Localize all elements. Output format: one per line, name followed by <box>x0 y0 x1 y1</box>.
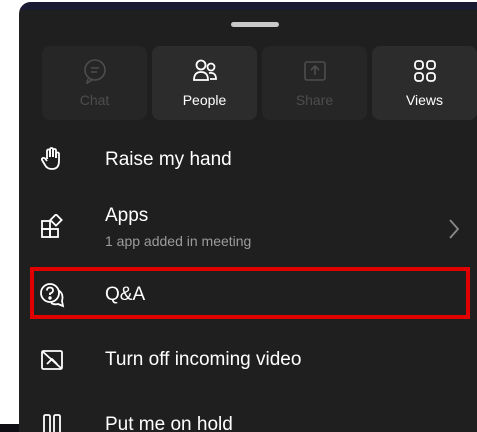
share-tile[interactable]: Share <box>262 46 367 120</box>
people-tile-label: People <box>182 92 227 108</box>
video-off-icon <box>39 347 65 373</box>
apps-label: Apps <box>105 205 149 226</box>
raise-hand-label: Raise my hand <box>105 149 232 170</box>
incoming-video-item[interactable]: Turn off incoming video <box>19 336 477 384</box>
share-icon <box>302 58 328 84</box>
views-icon <box>412 58 438 84</box>
raise-hand-item[interactable]: Raise my hand <box>19 138 477 182</box>
hand-icon <box>39 146 65 172</box>
drag-handle[interactable] <box>231 22 279 27</box>
apps-item[interactable]: Apps 1 app added in meeting <box>19 192 477 256</box>
chat-tile-label: Chat <box>79 92 110 108</box>
hold-item[interactable]: Put me on hold <box>19 402 477 432</box>
more-options-sheet: Chat People Share Views Raise my hand Ap… <box>19 2 477 432</box>
hold-label: Put me on hold <box>105 414 233 432</box>
chevron-right-icon <box>447 218 461 240</box>
people-icon <box>192 58 218 84</box>
chat-tile[interactable]: Chat <box>42 46 147 120</box>
hold-icon <box>39 412 65 432</box>
views-tile[interactable]: Views <box>372 46 477 120</box>
apps-icon <box>39 214 65 240</box>
screen: Chat People Share Views Raise my hand Ap… <box>0 0 477 432</box>
incoming-video-label: Turn off incoming video <box>105 349 302 370</box>
share-tile-label: Share <box>295 92 334 108</box>
views-tile-label: Views <box>405 92 444 108</box>
chat-icon <box>82 58 108 84</box>
people-tile[interactable]: People <box>152 46 257 120</box>
meeting-header-strip <box>19 2 477 10</box>
qa-highlight-box <box>30 267 470 319</box>
apps-sublabel: 1 app added in meeting <box>105 233 252 249</box>
